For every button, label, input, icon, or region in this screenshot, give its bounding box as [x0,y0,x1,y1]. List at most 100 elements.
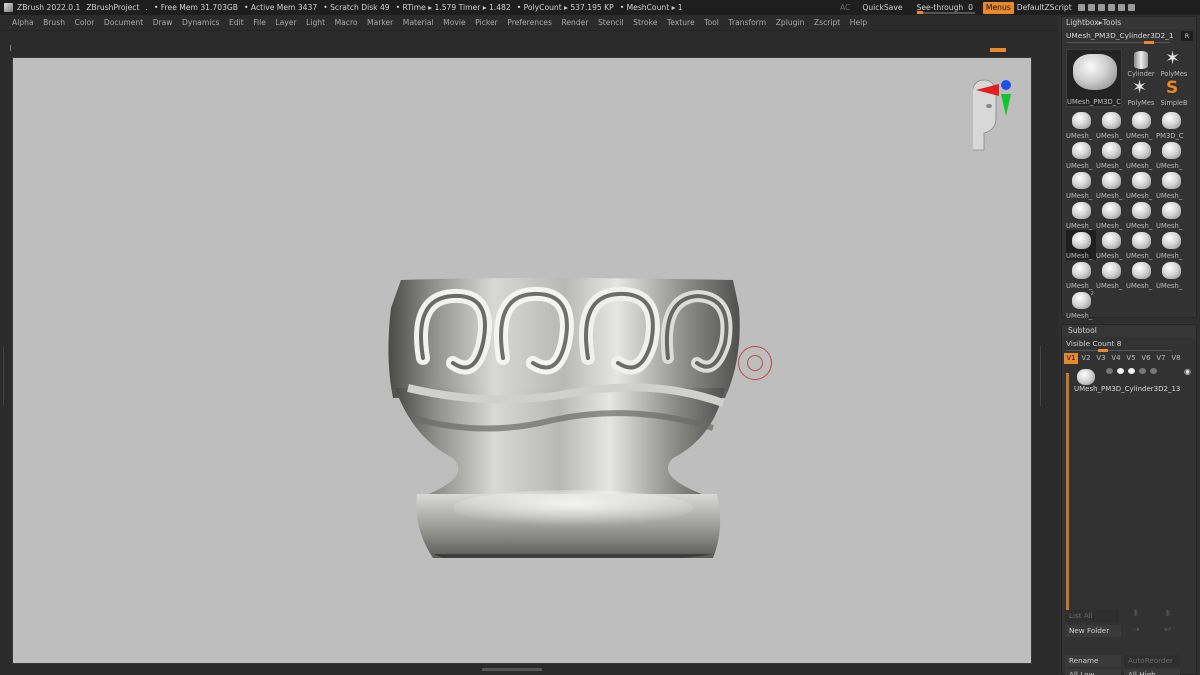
tool-grid-item[interactable]: UMesh_ [1066,110,1096,140]
dot-icon[interactable] [1106,368,1113,374]
visible-count-thumb[interactable] [1098,349,1108,352]
menu-transform[interactable]: Transform [728,18,766,27]
menu-material[interactable]: Material [403,18,434,27]
list-all-button[interactable]: List All [1065,610,1119,622]
menu-movie[interactable]: Movie [443,18,465,27]
menu-stencil[interactable]: Stencil [598,18,624,27]
bottom-shelf-handle[interactable] [482,668,542,671]
all-high-button[interactable]: All High [1124,669,1180,675]
current-tool-slider[interactable]: UMesh_PM3D_Cylinder3D2_1 R [1066,31,1193,44]
menu-preferences[interactable]: Preferences [507,18,552,27]
document-canvas[interactable] [12,57,1032,664]
tool-grid-item[interactable]: UMesh_ [1156,260,1186,290]
menu-zscript[interactable]: Zscript [814,18,840,27]
head-gizmo-icon[interactable] [966,78,1032,158]
quicksave-button[interactable]: QuickSave [862,0,902,15]
lock-icon[interactable] [1139,368,1146,374]
version-v5-button[interactable]: V5 [1124,353,1138,364]
menu-macro[interactable]: Macro [335,18,358,27]
tool-r-button[interactable]: R [1181,31,1193,41]
subtool-header[interactable]: Subtool [1062,325,1196,337]
arrow-left-icon[interactable] [1077,4,1085,11]
navigation-gizmo[interactable] [966,78,1032,158]
menu-dynamics[interactable]: Dynamics [182,18,219,27]
pen-icon[interactable] [1150,368,1157,374]
rename-button[interactable]: Rename [1065,655,1121,667]
arrow-down-icon[interactable]: ⇟ [1164,609,1172,619]
tool-grid-item[interactable]: UMesh_ [1156,200,1186,230]
move-icon[interactable]: ⇢ [1132,625,1140,635]
tool-grid-item[interactable]: UMesh_ [1096,230,1126,260]
tool-grid-item[interactable]: UMesh_ [1066,170,1096,200]
default-zscript-button[interactable]: DefaultZScript [1017,0,1072,15]
left-tray-grip[interactable] [3,346,7,406]
maximize-icon[interactable] [1117,4,1125,11]
menu-marker[interactable]: Marker [367,18,393,27]
minimize-icon[interactable] [1107,4,1115,11]
return-icon[interactable]: ↩ [1164,625,1172,635]
menu-edit[interactable]: Edit [229,18,244,27]
tool-grid-item[interactable]: UMesh_ [1156,170,1186,200]
menu-brush[interactable]: Brush [43,18,65,27]
tool-grid-item[interactable]: UMesh_ [1096,260,1126,290]
version-v4-button[interactable]: V4 [1109,353,1123,364]
tool-grid-item[interactable]: UMesh_ [1096,170,1126,200]
right-mini-tray-grip[interactable] [1040,346,1044,406]
tool-grid-item[interactable]: UMesh_ [1096,110,1126,140]
menu-color[interactable]: Color [75,18,95,27]
menu-help[interactable]: Help [850,18,867,27]
tool-grid-item[interactable]: UMesh_ [1126,140,1156,170]
current-tool-preview[interactable]: UMesh_PM3D_C [1066,49,1122,107]
menu-picker[interactable]: Picker [475,18,498,27]
tool-polymesh-2[interactable]: ✶ PolyMes [1126,78,1156,108]
polygroup-icon[interactable] [1117,368,1124,374]
tool-grid-item[interactable]: UMesh_ [1096,140,1126,170]
menu-document[interactable]: Document [104,18,143,27]
ac-button[interactable]: AC [840,0,850,15]
tool-cylinder[interactable]: Cylinder [1126,49,1156,78]
see-through-thumb[interactable] [916,11,923,14]
shelf-orange-indicator[interactable] [990,48,1006,52]
menu-alpha[interactable]: Alpha [12,18,34,27]
tool-grid-item[interactable]: UMesh_ [1126,170,1156,200]
new-folder-button[interactable]: New Folder [1065,625,1121,637]
version-v2-button[interactable]: V2 [1079,353,1093,364]
layout-icon[interactable] [1097,4,1105,11]
auto-reorder-button[interactable]: AutoReorder [1124,655,1180,667]
tool-grid-item[interactable]: UMesh_ [1156,140,1186,170]
eye-icon[interactable]: ◉ [1184,367,1191,376]
menu-layer[interactable]: Layer [275,18,296,27]
dynamesh-icon[interactable] [1128,368,1135,374]
tool-grid-item[interactable]: UMesh_ [1066,260,1096,290]
project-name[interactable]: ZBrushProject [86,0,139,15]
version-v1-button[interactable]: V1 [1064,353,1078,364]
close-icon[interactable] [1127,4,1135,11]
tool-grid-item[interactable]: UMesh_ [1126,200,1156,230]
version-v3-button[interactable]: V3 [1094,353,1108,364]
mesh-viewport[interactable] [13,58,1032,664]
menu-draw[interactable]: Draw [153,18,173,27]
menu-zplugin[interactable]: Zplugin [776,18,805,27]
version-v7-button[interactable]: V7 [1154,353,1168,364]
menus-toggle-button[interactable]: Menus [982,1,1014,14]
lightbox-tools-button[interactable]: Lightbox▸Tools [1062,17,1196,29]
menu-stroke[interactable]: Stroke [633,18,657,27]
current-tool-thumb[interactable] [1144,41,1154,44]
version-v6-button[interactable]: V6 [1139,353,1153,364]
menu-texture[interactable]: Texture [667,18,695,27]
visible-count-slider[interactable]: Visible Count 8 [1066,339,1192,352]
tool-grid-item[interactable]: UMesh_ [1126,110,1156,140]
see-through-slider[interactable]: See-through 0 [916,0,975,15]
tool-grid-item[interactable]: UMesh_ [1126,230,1156,260]
tool-polymesh-1[interactable]: ✶ PolyMes [1159,49,1189,79]
menu-render[interactable]: Render [561,18,588,27]
menu-light[interactable]: Light [306,18,325,27]
tool-grid-item[interactable]: UMesh_ [1066,230,1096,260]
version-v8-button[interactable]: V8 [1169,353,1183,364]
menu-file[interactable]: File [253,18,266,27]
tool-grid-item[interactable]: PM3D_C [1156,110,1186,140]
tool-grid-item[interactable]: UMesh_ [1066,200,1096,230]
subtool-scrollbar[interactable] [1066,373,1069,613]
subtool-item[interactable]: ◉ UMesh_PM3D_Cylinder3D2_13 [1072,367,1194,397]
arrow-up-icon[interactable]: ⇞ [1132,609,1140,619]
